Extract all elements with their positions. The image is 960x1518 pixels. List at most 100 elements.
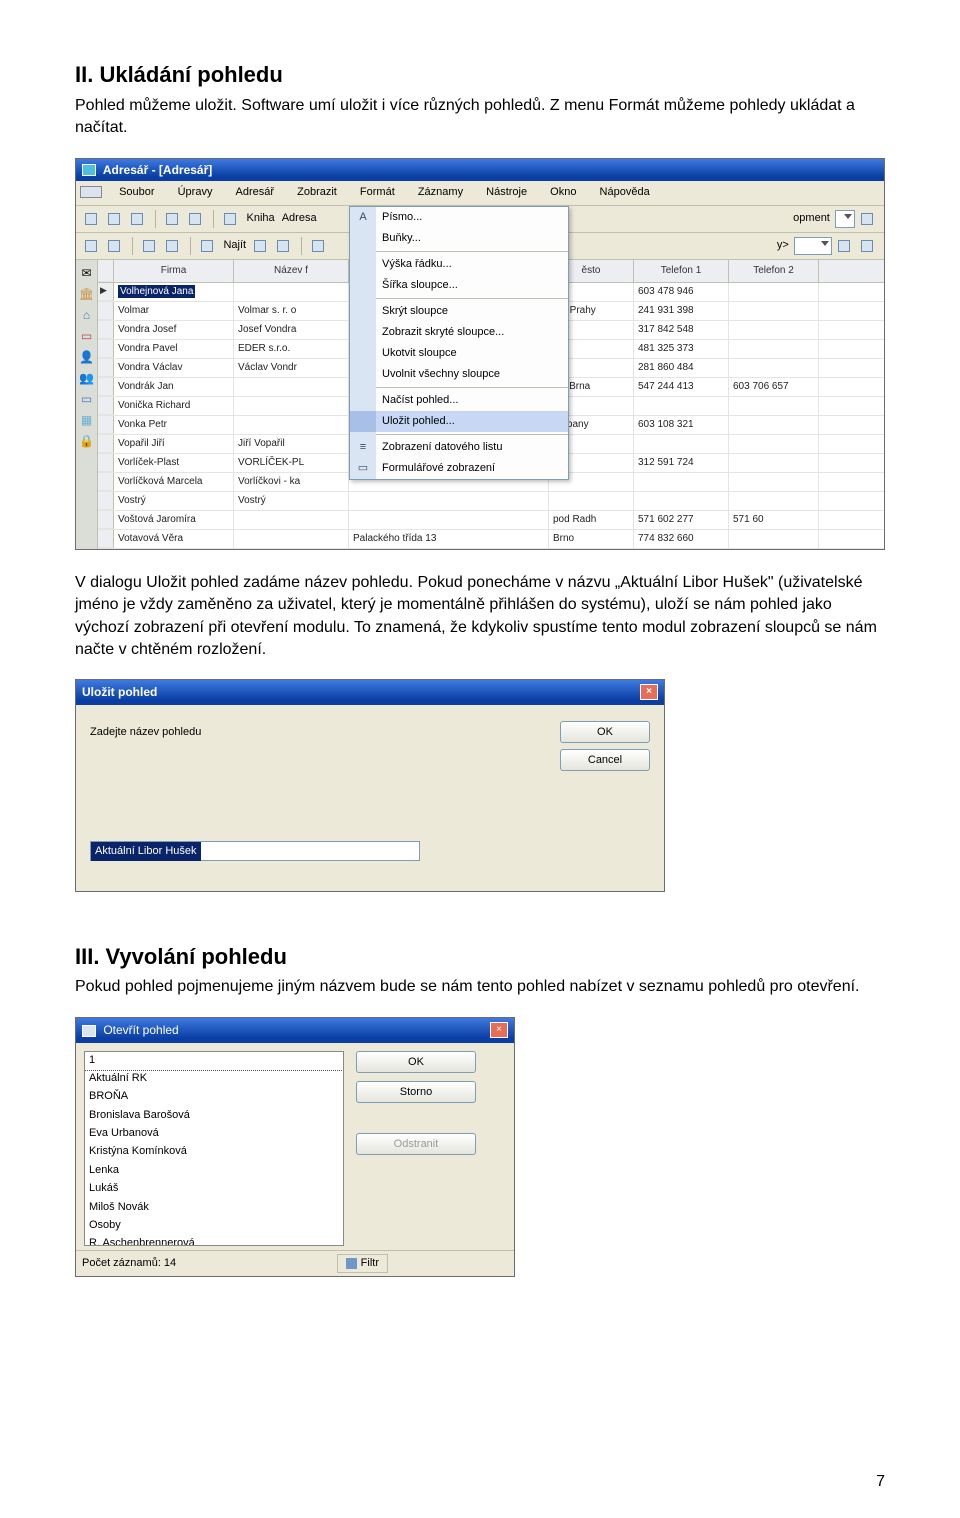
cell: 241 931 398 xyxy=(634,302,729,320)
tool-icon-a[interactable] xyxy=(251,237,269,255)
menu-item-icon xyxy=(350,254,376,275)
list-item[interactable]: BROŇA xyxy=(85,1088,343,1106)
menu-item-icon: ≡ xyxy=(350,437,376,458)
menu-item[interactable]: APísmo... xyxy=(350,207,568,228)
tool-icon-c[interactable] xyxy=(309,237,327,255)
list-item[interactable]: 1 xyxy=(85,1052,343,1070)
cell: Volmar s. r. o xyxy=(234,302,349,320)
toolbar-adresa-label[interactable]: Adresa xyxy=(282,211,317,226)
list-item[interactable]: R. Aschenbrennerová xyxy=(85,1235,343,1245)
view-name-value: Aktuální Libor Hušek xyxy=(91,842,201,861)
open-icon[interactable] xyxy=(105,210,123,228)
odstranit-button[interactable]: Odstranit xyxy=(356,1133,476,1155)
menu-napoveda[interactable]: Nápověda xyxy=(590,183,660,202)
table-row[interactable]: Votavová VěraPalackého třída 13Brno774 8… xyxy=(98,530,884,549)
filter-button[interactable]: Filtr xyxy=(337,1254,388,1273)
menu-zobrazit[interactable]: Zobrazit xyxy=(287,183,347,202)
menu-item[interactable]: Buňky... xyxy=(350,228,568,249)
leftbar-mail-icon[interactable]: ✉ xyxy=(79,265,95,281)
menu-item[interactable]: Načíst pohled... xyxy=(350,390,568,411)
menu-item-label: Formulářové zobrazení xyxy=(376,461,568,476)
toolbar-combo-1[interactable] xyxy=(835,210,855,228)
form-icon[interactable] xyxy=(163,237,181,255)
toolbar-combo-2[interactable] xyxy=(794,237,832,255)
list-item[interactable]: Eva Urbanová xyxy=(85,1125,343,1143)
menu-item[interactable]: ≡Zobrazení datového listu xyxy=(350,437,568,458)
heading-section-3: III. Vyvolání pohledu xyxy=(75,942,885,973)
tool-icon-d[interactable] xyxy=(835,237,853,255)
list-item[interactable]: Lenka xyxy=(85,1162,343,1180)
window-titlebar: Adresář - [Adresář] xyxy=(76,159,884,182)
menu-item[interactable]: Výška řádku... xyxy=(350,254,568,275)
storno-button[interactable]: Storno xyxy=(356,1081,476,1103)
cell: 312 591 724 xyxy=(634,454,729,472)
leftbar-person-icon[interactable]: 👤 xyxy=(79,349,95,365)
menu-item[interactable]: Uvolnit všechny sloupce xyxy=(350,364,568,385)
views-listbox[interactable]: 1Aktuální RKBROŇABronislava BarošováEva … xyxy=(84,1051,344,1246)
toolbar-icon-a[interactable] xyxy=(858,210,876,228)
menu-soubor[interactable]: Soubor xyxy=(109,183,164,202)
ok-button[interactable]: OK xyxy=(356,1051,476,1073)
open-view-title: Otevřít pohled xyxy=(103,1023,178,1037)
sort-za-icon[interactable] xyxy=(105,237,123,255)
toolbar-kniha-label[interactable]: Kniha xyxy=(247,211,275,226)
save-icon[interactable] xyxy=(128,210,146,228)
menu-item[interactable]: Skrýt sloupce xyxy=(350,301,568,322)
menu-okno[interactable]: Okno xyxy=(540,183,586,202)
cell xyxy=(729,454,819,472)
cell: 603 108 321 xyxy=(634,416,729,434)
leftbar-home-icon[interactable]: ⌂ xyxy=(79,307,95,323)
table-row[interactable]: VostrýVostrý xyxy=(98,492,884,511)
print-icon[interactable] xyxy=(163,210,181,228)
menu-item[interactable]: Šířka sloupce... xyxy=(350,275,568,296)
leftbar-card-icon[interactable]: ▭ xyxy=(79,328,95,344)
leftbar-people-icon[interactable]: 👥 xyxy=(79,370,95,386)
menu-item[interactable]: ▭Formulářové zobrazení xyxy=(350,458,568,479)
tool-icon-e[interactable] xyxy=(858,237,876,255)
leftbar-sheet-icon[interactable]: ▦ xyxy=(79,412,95,428)
menu-item[interactable]: Uložit pohled... xyxy=(350,411,568,432)
list-item[interactable]: Lukáš xyxy=(85,1180,343,1198)
menu-nastroje[interactable]: Nástroje xyxy=(476,183,537,202)
cell: Vondrák Jan xyxy=(114,378,234,396)
list-item[interactable]: Osoby xyxy=(85,1217,343,1235)
cancel-button[interactable]: Cancel xyxy=(560,749,650,771)
cell: EDER s.r.o. xyxy=(234,340,349,358)
close-icon[interactable]: × xyxy=(490,1022,508,1038)
menu-item[interactable]: Ukotvit sloupce xyxy=(350,343,568,364)
list-item[interactable]: Aktuální RK xyxy=(85,1070,343,1088)
leftbar-doc-icon[interactable]: ▭ xyxy=(79,391,95,407)
find-icon[interactable] xyxy=(198,237,216,255)
view-name-input[interactable]: Aktuální Libor Hušek xyxy=(90,841,420,861)
funnel-icon xyxy=(346,1258,357,1269)
col-nazev-header[interactable]: Název f xyxy=(234,260,349,282)
menu-format[interactable]: Formát xyxy=(350,183,405,202)
ok-button[interactable]: OK xyxy=(560,721,650,743)
book-icon[interactable] xyxy=(221,210,239,228)
cell xyxy=(729,359,819,377)
filter-icon[interactable] xyxy=(140,237,158,255)
list-item[interactable]: Miloš Novák xyxy=(85,1199,343,1217)
dialog-titlebar: Uložit pohled × xyxy=(76,680,664,705)
leftbar-lock-icon[interactable]: 🔒 xyxy=(79,433,95,449)
menu-item-icon: ▭ xyxy=(350,458,376,479)
tool-icon-b[interactable] xyxy=(274,237,292,255)
menu-adresar[interactable]: Adresář xyxy=(226,183,285,202)
cell: Vonka Petr xyxy=(114,416,234,434)
toolbar-najit-label[interactable]: Najít xyxy=(223,238,246,253)
col-tel1-header[interactable]: Telefon 1 xyxy=(634,260,729,282)
filter-label: Filtr xyxy=(361,1256,379,1271)
table-row[interactable]: Voštová Jaromírapod Radh571 602 277571 6… xyxy=(98,511,884,530)
preview-icon[interactable] xyxy=(186,210,204,228)
col-firma-header[interactable]: Firma xyxy=(114,260,234,282)
list-item[interactable]: Bronislava Barošová xyxy=(85,1107,343,1125)
menu-item[interactable]: Zobrazit skryté sloupce... xyxy=(350,322,568,343)
new-icon[interactable] xyxy=(82,210,100,228)
col-tel2-header[interactable]: Telefon 2 xyxy=(729,260,819,282)
close-icon[interactable]: × xyxy=(640,684,658,700)
sort-az-icon[interactable] xyxy=(82,237,100,255)
list-item[interactable]: Kristýna Komínková xyxy=(85,1143,343,1161)
menu-upravy[interactable]: Úpravy xyxy=(168,183,223,202)
leftbar-build-icon[interactable]: 🏛 xyxy=(79,286,95,302)
menu-zaznamy[interactable]: Záznamy xyxy=(408,183,473,202)
